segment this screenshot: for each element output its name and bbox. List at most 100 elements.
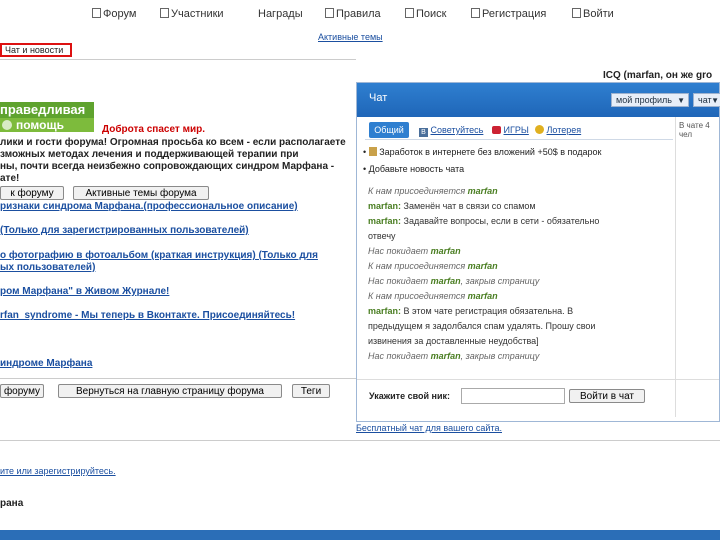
chat-message: marfan: Задавайте вопросы, если в сети -… [368,215,599,228]
message-text: К нам присоединяется [368,261,466,271]
nav-forum-label: Форум [103,8,137,20]
profile-select-label: мой профиль [616,95,672,105]
nav-search[interactable]: Поиск [405,8,446,24]
forum-button[interactable]: форуму [0,384,44,398]
chevron-down-icon: ▼ [711,96,719,105]
welcome-line: ате! [0,173,20,184]
section-tab-chat-news[interactable]: Чат и новости [0,43,72,57]
banner-line2: помощь [0,118,94,132]
welcome-line: ны, почти всегда неизбежно сопровождающи… [0,161,335,172]
banner-circle-icon [2,120,12,130]
nav-awards[interactable]: Награды [258,8,303,24]
nav-awards-label: Награды [258,8,303,20]
chat-select-label: чат [698,95,712,105]
enter-chat-button[interactable]: Войти в чат [569,389,645,403]
chat-message: К нам присоединяется marfan [368,290,498,303]
divider [365,139,673,140]
lottery-icon [535,125,544,134]
tab-games[interactable]: ИГРЫ [492,123,529,137]
message-nick[interactable]: marfan: [368,216,401,226]
members-icon [160,8,169,18]
tags-button[interactable]: Теги [292,384,330,398]
link-registered-only[interactable]: (Только для зарегистрированных пользоват… [0,225,249,236]
nav-forum[interactable]: Форум [92,8,136,24]
message-text: К нам присоединяется [368,291,466,301]
login-icon [572,8,581,18]
free-chat-link[interactable]: Бесплатный чат для вашего сайта. [356,423,502,433]
message-nick[interactable]: marfan: [368,306,401,316]
chat-message: marfan: Заменён чат в связи со спамом [368,200,536,213]
welcome-text: лики и гости форума! Огромная просьба ко… [0,137,346,185]
tab-lottery[interactable]: Лотерея [535,123,581,137]
divider [0,440,720,441]
to-forum-button[interactable]: к форуму [0,186,64,200]
games-icon [492,126,501,134]
chat-message: marfan: В этом чате регистрация обязател… [368,305,573,318]
message-nick[interactable]: marfan: [368,201,401,211]
tab-general[interactable]: Общий [369,122,409,138]
register-icon [471,8,480,18]
divider [0,378,356,379]
forum-icon [92,8,101,18]
message-tail: , закрыв страницу [460,276,540,286]
active-topics-button[interactable]: Активные темы форума [73,186,209,200]
message-nick[interactable]: marfan [431,276,461,286]
tab-vk-label: Советуйтесь [430,125,484,135]
section-tab-label: Чат и новости [5,45,64,55]
login-register-link[interactable]: ите или зарегистрируйтесь. [0,466,116,476]
nav-rules-label: Правила [336,8,381,20]
message-nick[interactable]: marfan [468,186,498,196]
profile-select[interactable]: мой профиль ▼ [611,93,689,107]
vk-icon: В [419,128,428,137]
nav-members[interactable]: Участники [160,8,224,24]
pinned-news[interactable]: • Заработок в интернете без вложений +50… [363,147,601,157]
bullet-icon: • [363,147,367,157]
chat-select[interactable]: чат ▼ [693,93,720,107]
banner-logo: праведливая помощь [0,102,94,132]
nav-rules[interactable]: Правила [325,8,381,24]
link-photo-album[interactable]: о фотографию в фотоальбом (краткая инстр… [0,250,318,261]
message-text: Нас покидает [368,276,429,286]
link-photo-album-cont[interactable]: ых пользователей) [0,262,95,273]
tab-lottery-label: Лотерея [546,125,582,135]
chat-message: отвечу [368,230,396,243]
link-vkontakte[interactable]: rfan_syndrome - Мы теперь в Вконтакте. П… [0,310,295,321]
active-topics-link[interactable]: Активные темы [318,32,383,42]
divider [675,117,676,417]
icq-info: ICQ (marfan, он же gro [603,70,713,81]
search-icon [405,8,414,18]
home-button[interactable]: Вернуться на главную страницу форума [58,384,282,398]
message-nick[interactable]: marfan [468,261,498,271]
bottom-bar [0,530,720,540]
message-nick[interactable]: marfan [431,246,461,256]
nav-members-label: Участники [171,8,224,20]
nav-register[interactable]: Регистрация [471,8,546,24]
tab-vk[interactable]: В Советуйтесь [419,123,483,137]
chat-message: извинения за доставленные неудобства] [368,335,539,348]
rules-icon [325,8,334,18]
add-news-text: Добавьте новость чата [368,164,465,174]
message-text: Задавайте вопросы, если в сети - обязате… [403,216,600,226]
link-about-syndrome[interactable]: индроме Марфана [0,358,92,369]
nick-input[interactable] [461,388,565,404]
message-text: В этом чате регистрация обязательна. В [403,306,574,316]
message-text: Нас покидает [368,351,429,361]
chat-message: К нам присоединяется marfan [368,260,498,273]
tab-games-label: ИГРЫ [503,125,529,135]
add-news[interactable]: • Добавьте новость чата [363,164,464,174]
nav-search-label: Поиск [416,8,447,20]
bullet-icon: • [363,164,367,174]
message-nick[interactable]: marfan [468,291,498,301]
chat-message: К нам присоединяется marfan [368,185,498,198]
message-text: отвечу [368,231,396,241]
nav-login-label: Войти [583,8,614,20]
welcome-line: лики и гости форума! Огромная просьба ко… [0,137,346,148]
message-nick[interactable]: marfan [431,351,461,361]
chat-message: Нас покидает marfan, закрыв страницу [368,350,539,363]
welcome-line: зможных методах лечения и поддерживающей… [0,149,299,160]
link-marfan-signs[interactable]: ризнаки синдрома Марфана.(профессиональн… [0,201,298,212]
message-text: К нам присоединяется [368,186,466,196]
nav-login[interactable]: Войти [572,8,614,24]
link-livejournal[interactable]: ром Марфана" в Живом Журнале! [0,286,169,297]
chat-message: Нас покидает marfan [368,245,461,258]
